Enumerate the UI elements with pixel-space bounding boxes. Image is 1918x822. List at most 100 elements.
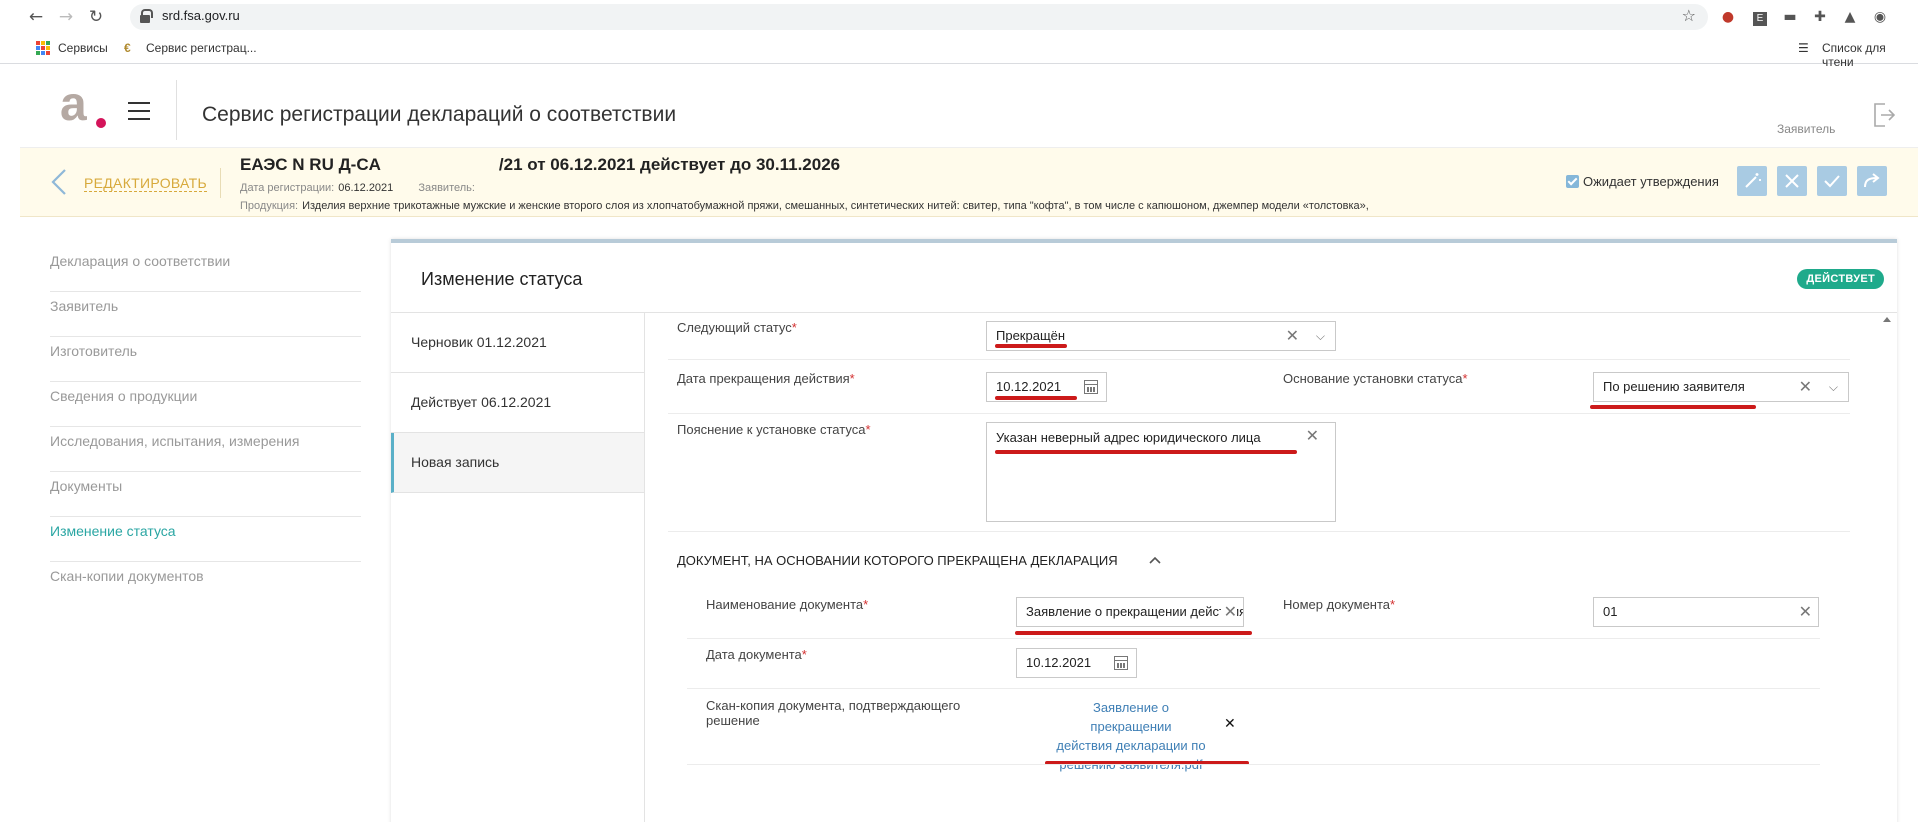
- logout-icon[interactable]: [1873, 102, 1895, 128]
- clear-icon[interactable]: ✕: [1799, 373, 1812, 401]
- nav-item-manufacturer[interactable]: Изготовитель: [50, 337, 361, 382]
- extension-e-icon[interactable]: E: [1750, 7, 1770, 27]
- reload-icon[interactable]: ↻: [84, 5, 108, 29]
- nav-item-declaration[interactable]: Декларация о соответствии: [50, 247, 361, 292]
- edit-link[interactable]: РЕДАКТИРОВАТЬ: [84, 175, 207, 192]
- bookmark-favicon-icon: €: [124, 41, 131, 55]
- menu-icon[interactable]: [128, 102, 150, 120]
- product-meta: Продукция: Изделия верхние трикотажные му…: [240, 200, 1560, 212]
- reading-list-label[interactable]: Список для чтени: [1822, 41, 1918, 69]
- annotation-underline: [995, 450, 1297, 454]
- explanation-textarea[interactable]: Указан неверный адрес юридического лица …: [986, 422, 1336, 522]
- awaiting-checkbox[interactable]: [1566, 175, 1579, 188]
- required-mark: *: [865, 422, 871, 437]
- nav-item-scan-copies[interactable]: Скан-копии документов: [50, 562, 361, 607]
- declaration-number: ЕАЭС N RU Д-CA/21 от 06.12.2021 действуе…: [240, 155, 840, 175]
- applicant-label: Заявитель:: [418, 182, 475, 194]
- reg-date-value: 06.12.2021: [338, 182, 394, 194]
- calendar-icon[interactable]: [1084, 380, 1098, 394]
- required-mark: *: [801, 647, 807, 662]
- nav-item-product-info[interactable]: Сведения о продукции: [50, 382, 361, 427]
- version-list: Черновик 01.12.2021 Действует 06.12.2021…: [391, 312, 645, 822]
- doc-date-value: 10.12.2021: [1026, 655, 1092, 670]
- banner-divider: [220, 168, 221, 198]
- doc-name-input[interactable]: Заявление о прекращении действия деклара…: [1016, 597, 1244, 627]
- bookmark-registration-service[interactable]: Сервис регистрац...: [146, 41, 257, 55]
- registration-meta: Дата регистрации: 06.12.2021 Заявитель:: [240, 182, 475, 194]
- user-role[interactable]: Заявитель: [1777, 122, 1835, 136]
- bookmark-star-icon[interactable]: ☆: [1682, 6, 1696, 25]
- remove-file-icon[interactable]: ✕: [1224, 716, 1236, 732]
- scan-copy-label-line: решение: [706, 713, 760, 728]
- magic-edit-button[interactable]: [1737, 166, 1767, 196]
- explanation-label-text: Пояснение к установке статуса: [677, 422, 866, 437]
- clear-icon[interactable]: ✕: [1220, 598, 1237, 626]
- calendar-icon[interactable]: [1114, 656, 1128, 670]
- back-chevron-icon[interactable]: [50, 168, 68, 196]
- chevron-down-icon[interactable]: ⌵: [1316, 322, 1325, 350]
- next-status-label: Следующий статус*: [677, 320, 797, 335]
- status-basis-select[interactable]: По решению заявителя ✕ ⌵: [1593, 372, 1849, 402]
- apps-grid-icon[interactable]: [36, 41, 50, 55]
- declaration-banner: РЕДАКТИРОВАТЬ ЕАЭС N RU Д-CA/21 от 06.12…: [20, 148, 1918, 217]
- required-mark: *: [1390, 597, 1396, 612]
- doc-number-input[interactable]: 01 ✕: [1593, 597, 1819, 627]
- annotation-underline: [995, 344, 1067, 348]
- clear-icon[interactable]: ✕: [1306, 426, 1319, 445]
- status-badge: ДЕЙСТВУЕТ: [1797, 269, 1884, 289]
- annotation-underline: [1015, 631, 1252, 635]
- end-date-label: Дата прекращения действия*: [677, 371, 855, 386]
- awaiting-label: Ожидает утверждения: [1583, 174, 1719, 189]
- version-item-draft[interactable]: Черновик 01.12.2021: [391, 313, 644, 373]
- address-bar[interactable]: srd.fsa.gov.ru ☆: [130, 4, 1708, 30]
- row-divider: [687, 638, 1820, 639]
- clear-icon[interactable]: ✕: [1286, 322, 1299, 350]
- nav-item-research[interactable]: Исследования, испытания, измерения: [50, 427, 361, 472]
- doc-name-label: Наименование документа*: [706, 597, 868, 612]
- awaiting-approval[interactable]: Ожидает утверждения: [1566, 174, 1719, 189]
- chevron-down-icon[interactable]: ⌵: [1829, 373, 1838, 401]
- bookmark-services[interactable]: Сервисы: [58, 41, 108, 55]
- declaration-number-suffix: /21 от 06.12.2021 действует до 30.11.202…: [498, 155, 841, 174]
- version-item-active[interactable]: Действует 06.12.2021: [391, 373, 644, 433]
- extension-flask-icon[interactable]: ▲: [1840, 7, 1860, 27]
- document-section-title[interactable]: ДОКУМЕНТ, НА ОСНОВАНИИ КОТОРОГО ПРЕКРАЩЕ…: [677, 553, 1118, 568]
- confirm-button[interactable]: [1817, 166, 1847, 196]
- reading-list-icon[interactable]: ☰: [1798, 41, 1809, 55]
- extensions-puzzle-icon[interactable]: ✚: [1810, 7, 1830, 27]
- scroll-up-icon[interactable]: [1883, 317, 1891, 322]
- product-label: Продукция:: [240, 200, 299, 212]
- status-basis-label: Основание установки статуса*: [1283, 371, 1468, 386]
- extension-hat-icon[interactable]: ▬: [1780, 7, 1800, 27]
- logo-dot: [96, 118, 106, 128]
- row-divider: [687, 688, 1820, 689]
- scan-file-link-line: действия декларации по: [1056, 738, 1206, 753]
- app-logo[interactable]: а: [60, 81, 87, 129]
- panel-title: Изменение статуса: [421, 269, 583, 289]
- scan-copy-label-line: Скан-копия документа, подтверждающего: [706, 698, 961, 713]
- clear-icon[interactable]: ✕: [1799, 598, 1812, 626]
- doc-name-label-text: Наименование документа: [706, 597, 864, 612]
- extension-icon[interactable]: ●: [1718, 7, 1738, 27]
- declaration-number-prefix: ЕАЭС N RU Д-CA: [240, 155, 381, 174]
- profile-avatar-icon[interactable]: ◉: [1870, 7, 1890, 27]
- doc-date-input[interactable]: 10.12.2021: [1016, 648, 1137, 678]
- nav-item-applicant[interactable]: Заявитель: [50, 292, 361, 337]
- version-item-new[interactable]: Новая запись: [391, 433, 644, 493]
- doc-number-label-text: Номер документа: [1283, 597, 1391, 612]
- send-button[interactable]: [1857, 166, 1887, 196]
- chevron-up-icon[interactable]: [1148, 554, 1162, 566]
- required-mark: *: [1462, 371, 1468, 386]
- scan-file-link-line: Заявление о прекращении: [1090, 700, 1172, 734]
- nav-item-status-change[interactable]: Изменение статуса: [50, 517, 361, 562]
- share-arrow-icon: [1864, 173, 1880, 188]
- nav-item-documents[interactable]: Документы: [50, 472, 361, 517]
- row-divider: [687, 764, 1820, 765]
- doc-date-label: Дата документа*: [706, 647, 807, 662]
- required-mark: *: [863, 597, 869, 612]
- close-icon: [1785, 174, 1799, 188]
- back-arrow-icon[interactable]: ←: [24, 5, 48, 29]
- cancel-button[interactable]: [1777, 166, 1807, 196]
- bookmarks-bar: Сервисы € Сервис регистрац... ☰ Список д…: [0, 34, 1918, 69]
- forward-arrow-icon[interactable]: →: [54, 5, 78, 29]
